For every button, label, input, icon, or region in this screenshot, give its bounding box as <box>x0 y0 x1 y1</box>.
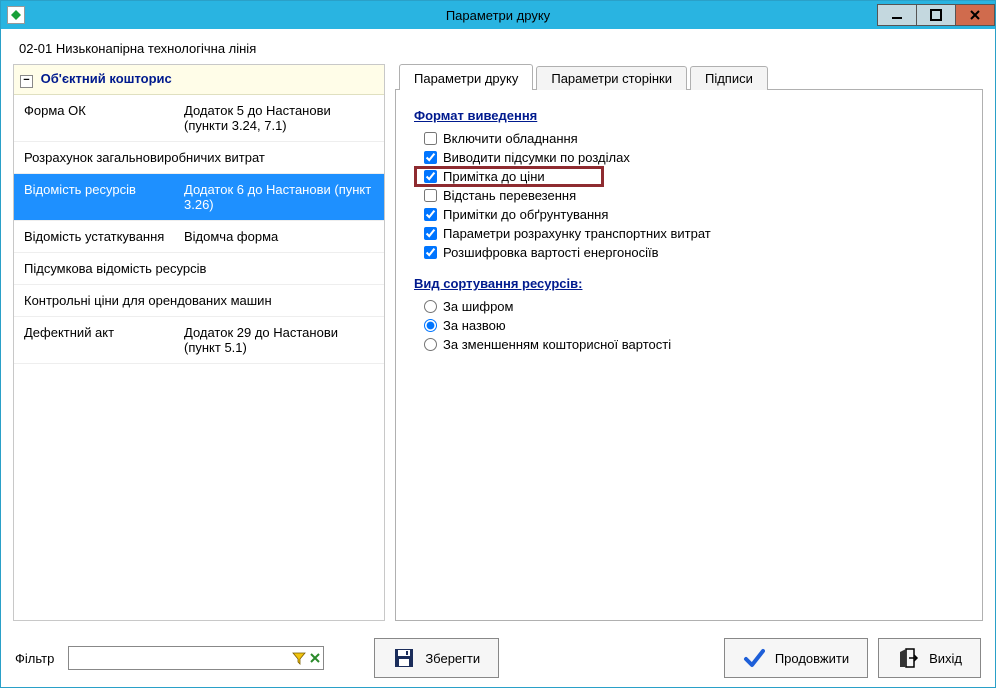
check-icon <box>743 647 765 669</box>
checkbox-row: Примітка до ціни <box>414 166 604 187</box>
tab[interactable]: Підписи <box>690 66 768 90</box>
print-params-window: Параметри друку 02-01 Низьконапірна техн… <box>0 0 996 688</box>
checkbox[interactable] <box>424 208 437 221</box>
radio-row: За шифром <box>414 297 964 316</box>
list-item[interactable]: Дефектний актДодаток 29 до Настанови (пу… <box>14 317 384 364</box>
radio-label: За назвою <box>443 318 506 333</box>
checkbox-row: Параметри розрахунку транспортних витрат <box>414 224 964 243</box>
save-icon <box>393 647 415 669</box>
content: Об'єктний кошторис Форма ОКДодаток 5 до … <box>1 64 995 629</box>
right-panel: Параметри друкуПараметри сторінкиПідписи… <box>395 64 983 621</box>
list-item[interactable]: Форма ОКДодаток 5 до Настанови (пункти 3… <box>14 95 384 142</box>
radio[interactable] <box>424 338 437 351</box>
checkbox[interactable] <box>424 170 437 183</box>
maximize-button[interactable] <box>916 4 956 26</box>
window-buttons <box>878 4 995 26</box>
checkbox[interactable] <box>424 246 437 259</box>
list-item-desc: Додаток 6 до Настанови (пункт 3.26) <box>184 182 374 212</box>
save-label: Зберегти <box>425 651 480 666</box>
checkbox-label: Виводити підсумки по розділах <box>443 150 630 165</box>
page-subtitle: 02-01 Низьконапірна технологічна лінія <box>1 29 995 64</box>
checkbox[interactable] <box>424 151 437 164</box>
list-item-name: Розрахунок загальновиробничих витрат <box>24 150 374 165</box>
checkbox-label: Розшифровка вартості енергоносіїв <box>443 245 659 260</box>
radio-label: За шифром <box>443 299 513 314</box>
app-icon <box>7 6 25 24</box>
radio[interactable] <box>424 319 437 332</box>
titlebar: Параметри друку <box>1 1 995 29</box>
list-item-desc: Додаток 29 до Настанови (пункт 5.1) <box>184 325 374 355</box>
checkbox-row: Включити обладнання <box>414 129 964 148</box>
filter-box <box>68 646 324 670</box>
radio-row: За назвою <box>414 316 964 335</box>
checkbox-label: Відстань перевезення <box>443 188 576 203</box>
list-item-name: Відомість ресурсів <box>24 182 184 212</box>
list-item[interactable]: Відомість ресурсівДодаток 6 до Настанови… <box>14 174 384 221</box>
checkbox-label: Примітки до обґрунтування <box>443 207 608 222</box>
forms-list[interactable]: Об'єктний кошторис Форма ОКДодаток 5 до … <box>13 64 385 621</box>
tab[interactable]: Параметри сторінки <box>536 66 687 90</box>
checkbox-row: Розшифровка вартості енергоносіїв <box>414 243 964 262</box>
checkbox[interactable] <box>424 227 437 240</box>
window-title: Параметри друку <box>446 8 550 23</box>
list-item[interactable]: Підсумкова відомість ресурсів <box>14 253 384 285</box>
close-button[interactable] <box>955 4 995 26</box>
checkbox-row: Відстань перевезення <box>414 186 964 205</box>
save-button[interactable]: Зберегти <box>374 638 499 678</box>
list-item[interactable]: Відомість устаткуванняВідомча форма <box>14 221 384 253</box>
list-item-name: Відомість устаткування <box>24 229 184 244</box>
list-item-desc: Додаток 5 до Настанови (пункти 3.24, 7.1… <box>184 103 374 133</box>
checkbox[interactable] <box>424 132 437 145</box>
radio[interactable] <box>424 300 437 313</box>
filter-input[interactable] <box>68 646 324 670</box>
list-item-name: Підсумкова відомість ресурсів <box>24 261 374 276</box>
tab[interactable]: Параметри друку <box>399 64 533 90</box>
checkbox-row: Виводити підсумки по розділах <box>414 148 964 167</box>
list-item[interactable]: Розрахунок загальновиробничих витрат <box>14 142 384 174</box>
footer: Фільтр Зберегти Продовжи <box>1 629 995 687</box>
list-item[interactable]: Контрольні ціни для орендованих машин <box>14 285 384 317</box>
list-item-name: Дефектний акт <box>24 325 184 355</box>
exit-button[interactable]: Вихід <box>878 638 981 678</box>
checkbox-label: Параметри розрахунку транспортних витрат <box>443 226 711 241</box>
tabs: Параметри друкуПараметри сторінкиПідписи <box>395 64 983 90</box>
checkbox-label: Примітка до ціни <box>443 169 545 184</box>
filter-label: Фільтр <box>15 651 54 666</box>
checkbox[interactable] <box>424 189 437 202</box>
list-item-name: Контрольні ціни для орендованих машин <box>24 293 374 308</box>
list-item-name: Форма ОК <box>24 103 184 133</box>
group-title: Об'єктний кошторис <box>41 71 172 86</box>
section-sort-type: Вид сортування ресурсів: <box>414 276 964 291</box>
continue-label: Продовжити <box>775 651 849 666</box>
radio-row: За зменшенням кошторисної вартості <box>414 335 964 354</box>
checkbox-label: Включити обладнання <box>443 131 578 146</box>
checkbox-row: Примітки до обґрунтування <box>414 205 964 224</box>
radio-label: За зменшенням кошторисної вартості <box>443 337 671 352</box>
exit-label: Вихід <box>929 651 962 666</box>
group-header[interactable]: Об'єктний кошторис <box>14 65 384 95</box>
section-output-format: Формат виведення <box>414 108 964 123</box>
continue-button[interactable]: Продовжити <box>724 638 868 678</box>
tab-print-params: Формат виведення Включити обладнання Виво… <box>395 89 983 621</box>
exit-icon <box>897 647 919 669</box>
minimize-button[interactable] <box>877 4 917 26</box>
list-item-desc: Відомча форма <box>184 229 374 244</box>
